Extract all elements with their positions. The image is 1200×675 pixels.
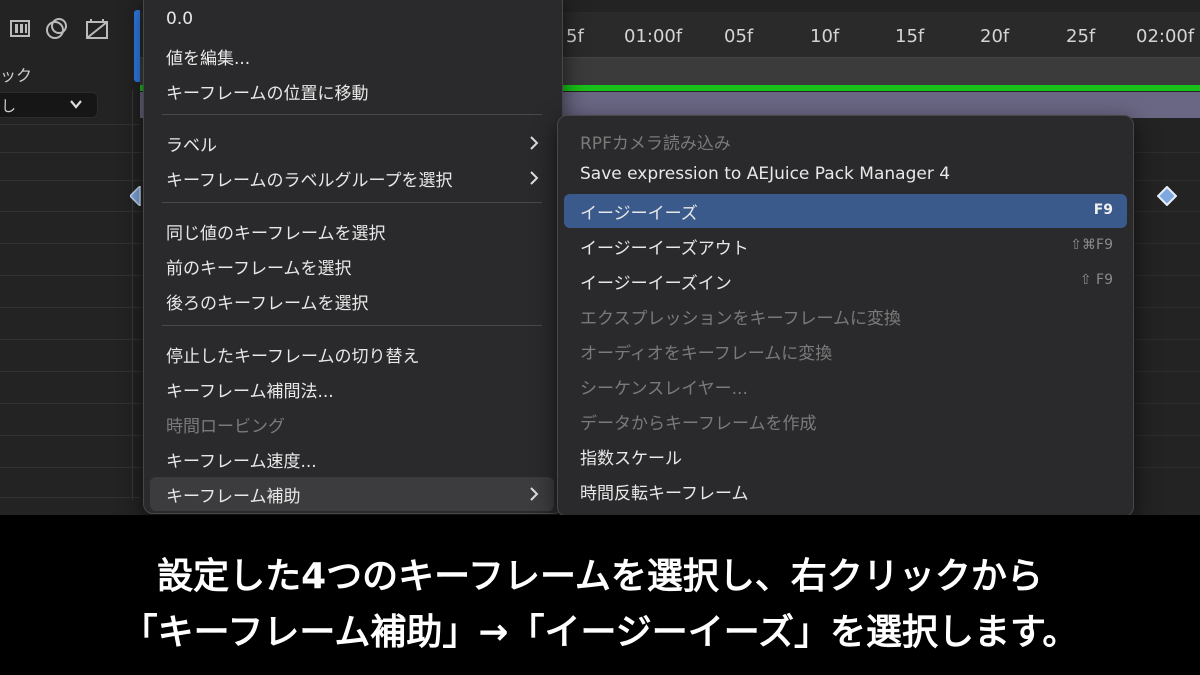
menu-item-select-previous-keyframes[interactable]: 前のキーフレームを選択 [150, 249, 554, 283]
menu-item-value[interactable]: 0.0 [150, 4, 554, 38]
row-divider [0, 243, 140, 244]
submenu-item-time-reverse-keyframes[interactable]: 時間反転キーフレーム [564, 474, 1127, 508]
dropdown-value: し [1, 97, 17, 115]
ruler-tick-label: 5f [566, 26, 584, 47]
menu-item-label: 0.0 [166, 9, 194, 29]
panel-label: ック [0, 66, 33, 85]
submenu-arrow-icon [528, 170, 540, 186]
submenu-item-label: シーケンスレイヤー... [580, 379, 748, 399]
caption-line-2: 「キーフレーム補助」→「イージーイーズ」を選択します。 [121, 612, 1079, 653]
context-menu: 0.0 値を編集... キーフレームの位置に移動 ラベル キーフレームのラベルグ… [143, 0, 563, 514]
row-divider [0, 339, 140, 340]
shortcut-label: F9 [1093, 202, 1113, 218]
submenu-item-label: データからキーフレームを作成 [580, 414, 817, 434]
menu-item-select-label-group[interactable]: キーフレームのラベルグループを選択 [150, 161, 554, 195]
keyframe-diamond-icon[interactable] [128, 184, 142, 208]
shortcut-label: ⇧⌘F9 [1070, 237, 1113, 253]
after-effects-window: ック し 5f 01:00f 05f 10f 15f 20f 25f 02:00… [0, 0, 1200, 515]
submenu-item-label: オーディオをキーフレームに変換 [580, 344, 833, 364]
caption-band: 設定した4つのキーフレームを選択し、右クリックから 「キーフレーム補助」→「イー… [0, 515, 1200, 675]
menu-item-label: キーフレームのラベルグループを選択 [166, 171, 453, 191]
menu-item-select-following-keyframes[interactable]: 後ろのキーフレームを選択 [150, 284, 554, 318]
ruler-tick-label: 25f [1066, 26, 1096, 47]
menu-item-label: キーフレーム補助 [166, 487, 301, 507]
submenu-item-save-expression[interactable]: Save expression to AEJuice Pack Manager … [564, 159, 1127, 193]
menu-item-label: キーフレーム補間法... [166, 382, 334, 402]
menu-item-label: 前のキーフレームを選択 [166, 259, 352, 279]
layer-panel: ック し [0, 0, 142, 515]
ruler-tick-label: 20f [980, 26, 1010, 47]
menu-item-label: ラベル [166, 136, 217, 156]
submenu-item-label: 時間反転キーフレーム [580, 484, 749, 504]
composition-icon[interactable] [84, 16, 110, 42]
submenu-item-exponential-scale[interactable]: 指数スケール [564, 439, 1127, 473]
ruler-tick-label: 01:00f [624, 26, 683, 47]
menu-item-label: 後ろのキーフレームを選択 [166, 294, 369, 314]
caption-line-1: 設定した4つのキーフレームを選択し、右クリックから [157, 556, 1043, 597]
row-divider [0, 180, 140, 181]
menu-item-edit-value[interactable]: 値を編集... [150, 39, 554, 73]
menu-item-label: キーフレームの位置に移動 [166, 84, 369, 104]
row-divider [0, 435, 140, 436]
menu-separator [162, 114, 542, 115]
submenu-item-convert-expression: エクスプレッションをキーフレームに変換 [564, 299, 1127, 333]
submenu-item-label: エクスプレッションをキーフレームに変換 [580, 309, 901, 329]
menu-item-label: 時間ロービング [166, 417, 285, 437]
submenu-item-label: イージーイーズイン [580, 274, 732, 294]
row-divider [0, 211, 140, 212]
ruler-tick-label: 02:00f [1136, 26, 1195, 47]
menu-item-select-equal-keyframes[interactable]: 同じ値のキーフレームを選択 [150, 214, 554, 248]
menu-item-go-to-keyframe[interactable]: キーフレームの位置に移動 [150, 74, 554, 108]
ruler-tick-label: 10f [810, 26, 840, 47]
submenu-item-label: イージーイーズアウト [580, 239, 749, 259]
mask-icon[interactable] [44, 16, 70, 42]
menu-separator [162, 202, 542, 203]
row-divider [0, 497, 140, 498]
submenu-item-label: イージーイーズ [580, 204, 698, 224]
menu-item-rove-across-time: 時間ロービング [150, 407, 554, 441]
shortcut-label: ⇧ F9 [1079, 272, 1113, 288]
row-divider [0, 307, 140, 308]
menu-item-toggle-hold-keyframe[interactable]: 停止したキーフレームの切り替え [150, 337, 554, 371]
submenu-item-sequence-layers: シーケンスレイヤー... [564, 369, 1127, 403]
row-divider [0, 467, 140, 468]
row-divider [0, 275, 140, 276]
row-divider [0, 124, 140, 125]
row-divider [0, 152, 140, 153]
layers-icon[interactable] [8, 16, 34, 42]
ruler-tick-label: 05f [724, 26, 754, 47]
row-divider [0, 371, 140, 372]
submenu-item-label: Save expression to AEJuice Pack Manager … [580, 164, 951, 184]
submenu-item-label: 指数スケール [580, 449, 682, 469]
chevron-down-icon [69, 96, 83, 110]
row-divider [0, 403, 140, 404]
submenu-item-easy-ease-out[interactable]: イージーイーズアウト ⇧⌘F9 [564, 229, 1127, 263]
menu-item-keyframe-velocity[interactable]: キーフレーム速度... [150, 442, 554, 476]
keyframe-assistant-submenu: RPFカメラ読み込み Save expression to AEJuice Pa… [557, 115, 1134, 515]
menu-item-keyframe-assistant[interactable]: キーフレーム補助 [150, 477, 554, 511]
menu-item-label-submenu[interactable]: ラベル [150, 126, 554, 160]
keyframe-diamond-icon[interactable] [1156, 185, 1178, 207]
menu-item-label: 値を編集... [166, 49, 251, 69]
mode-dropdown[interactable]: し [0, 92, 98, 118]
submenu-item-rpf-camera-import: RPFカメラ読み込み [564, 124, 1127, 158]
ruler-tick-label: 15f [895, 26, 925, 47]
submenu-item-label: RPFカメラ読み込み [580, 134, 731, 154]
menu-item-label: 停止したキーフレームの切り替え [166, 347, 420, 367]
menu-item-label: キーフレーム速度... [166, 452, 317, 472]
submenu-item-keyframes-from-data: データからキーフレームを作成 [564, 404, 1127, 438]
menu-item-keyframe-interpolation[interactable]: キーフレーム補間法... [150, 372, 554, 406]
menu-item-label: 同じ値のキーフレームを選択 [166, 224, 386, 244]
submenu-arrow-icon [528, 135, 540, 151]
submenu-item-easy-ease[interactable]: イージーイーズ F9 [564, 194, 1127, 228]
submenu-item-convert-audio: オーディオをキーフレームに変換 [564, 334, 1127, 368]
menu-separator [162, 325, 542, 326]
submenu-arrow-icon [528, 486, 540, 502]
submenu-item-easy-ease-in[interactable]: イージーイーズイン ⇧ F9 [564, 264, 1127, 298]
